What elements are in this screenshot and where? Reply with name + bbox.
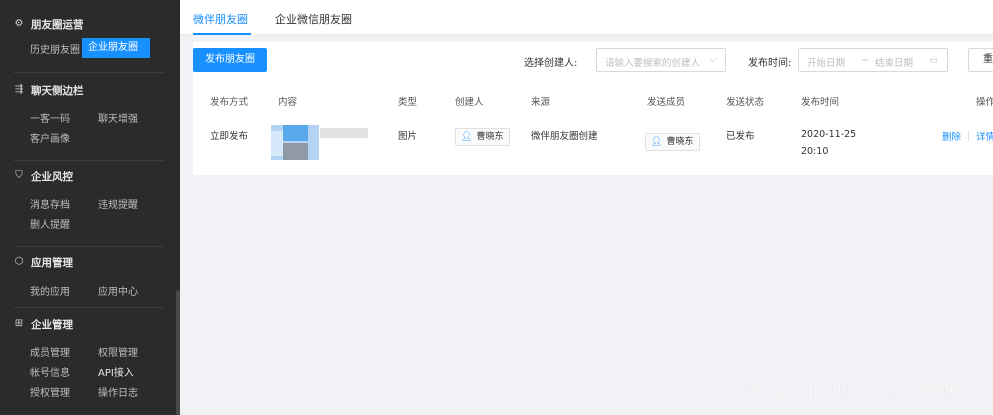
column-header-type: 类型 <box>398 97 418 108</box>
sidebar-section-title: 朋友圈运营 <box>31 18 84 31</box>
cell-source: 微伴朋友圈创建 <box>531 131 598 142</box>
range-separator: ~ <box>861 55 869 66</box>
tab-wecom-moments[interactable]: 企业微信朋友圈 <box>275 11 352 27</box>
publish-date: 2020-11-25 <box>801 129 857 140</box>
sidebar-item-operation-log[interactable]: 操作日志 <box>82 384 150 399</box>
sidebar-item-my-apps[interactable]: 我的应用 <box>14 283 82 298</box>
content-thumbnail-image[interactable] <box>271 125 319 160</box>
column-header-member: 发送成员 <box>647 97 686 108</box>
cell-type: 图片 <box>398 131 418 142</box>
creator-filter-label: 选择创建人: <box>524 58 578 69</box>
content-text-preview <box>320 128 368 138</box>
member-tag: 👤︎ 曹晓东 <box>645 133 701 151</box>
cell-method: 立即发布 <box>210 131 249 142</box>
sidebar-section-title: 聊天侧边栏 <box>31 84 84 97</box>
sidebar-item-delete-alert[interactable]: 删人提醒 <box>14 216 82 231</box>
column-header-creator: 创建人 <box>455 97 484 108</box>
creator-select[interactable]: 请输入要搜索的创建人 ⌵ <box>596 48 726 72</box>
column-header-publish-time: 发布时间 <box>801 97 840 108</box>
creator-tag: 👤︎ 曹晓东 <box>455 128 511 146</box>
watermark-url: https://blog.csdn.net/weixin_41536696 <box>708 385 962 400</box>
column-header-method: 发布方式 <box>210 97 249 108</box>
sidebar-section-header[interactable]: ⇶ 聊天侧边栏 <box>14 80 164 100</box>
moments-panel: 发布朋友圈 选择创建人: 请输入要搜索的创建人 ⌵ 发布时间: 开始日期 ~ 结… <box>193 42 993 175</box>
user-icon: 👤︎ <box>651 137 663 147</box>
column-header-status: 发送状态 <box>726 97 765 108</box>
creator-select-placeholder: 请输入要搜索的创建人 <box>605 58 701 69</box>
tab-weiban-moments[interactable]: 微伴朋友圈 <box>193 11 248 27</box>
sidebar-item-violation-alert[interactable]: 违规提醒 <box>82 196 150 211</box>
sidebar-item-app-center[interactable]: 应用中心 <box>82 283 150 298</box>
sidebar-item-message-archive[interactable]: 消息存档 <box>14 196 82 211</box>
sidebar-section-chat-sidebar: ⇶ 聊天侧边栏 一客一码 聊天增强 客户画像 <box>14 80 164 147</box>
sidebar-section-header[interactable]: ⛉ 企业风控 <box>14 166 164 186</box>
column-header-actions: 操作 <box>976 97 993 108</box>
user-icon: 👤︎ <box>461 132 473 142</box>
sidebar-item-permissions[interactable]: 权限管理 <box>82 344 150 359</box>
sidebar-divider <box>14 160 164 161</box>
tab-active-indicator <box>193 33 251 35</box>
sidebar-section-risk-control: ⛉ 企业风控 消息存档 违规提醒 删人提醒 <box>14 166 164 233</box>
end-date-placeholder: 结束日期 <box>875 58 914 69</box>
delete-link[interactable]: 删除 <box>942 129 961 143</box>
publish-time: 20:10 <box>801 146 829 157</box>
sidebar-item-enterprise-moments[interactable]: 企业朋友圈 <box>82 38 150 58</box>
sidebar-item-api-access[interactable]: API接入 <box>82 364 150 379</box>
publish-time-label: 发布时间: <box>748 58 792 69</box>
publish-moment-button[interactable]: 发布朋友圈 <box>193 48 267 72</box>
sidebar-item-customer-profile[interactable]: 客户画像 <box>14 130 82 145</box>
sidebar-section-title: 应用管理 <box>31 256 73 269</box>
sidebar-section-title: 企业管理 <box>31 318 73 331</box>
member-name: 曹晓东 <box>666 137 694 147</box>
sidebar-section-header[interactable]: ⊞ 企业管理 <box>14 314 164 334</box>
sidebar-item-members[interactable]: 成员管理 <box>14 344 82 359</box>
shield-icon: ⛉ <box>15 170 23 181</box>
main-content: 微伴朋友圈 企业微信朋友圈 发布朋友圈 选择创建人: 请输入要搜索的创建人 ⌵ … <box>180 0 993 415</box>
sidebar-section-header[interactable]: ⬡ 应用管理 <box>14 252 164 272</box>
column-header-source: 来源 <box>531 97 551 108</box>
date-range-picker[interactable]: 开始日期 ~ 结束日期 ▭ <box>798 48 948 72</box>
status-text: 已发布 <box>726 131 755 142</box>
calendar-icon: ▭ <box>929 55 938 66</box>
column-header-content: 内容 <box>278 97 298 108</box>
sidebar: ⚙ 朋友圈运营 历史朋友圈 企业朋友圈 ⇶ 聊天侧边栏 一客一码 聊天增强 客户… <box>0 0 180 415</box>
sidebar-section-header[interactable]: ⚙ 朋友圈运营 <box>14 14 164 34</box>
sidebar-divider <box>14 307 164 308</box>
cube-icon: ⬡ <box>14 256 24 267</box>
sidebar-section-moments: ⚙ 朋友圈运营 历史朋友圈 企业朋友圈 <box>14 14 164 58</box>
table-header <box>193 86 993 116</box>
sidebar-divider <box>14 72 164 73</box>
sidebar-section-app-management: ⬡ 应用管理 我的应用 应用中心 <box>14 252 164 300</box>
reset-button[interactable]: 重 <box>968 48 993 72</box>
action-divider <box>968 131 969 141</box>
sidebar-item-history-moments[interactable]: 历史朋友圈 <box>14 41 82 56</box>
sidebar-section-enterprise-management: ⊞ 企业管理 成员管理 权限管理 帐号信息 API接入 授权管理 操作日志 <box>14 314 164 401</box>
detail-link[interactable]: 详情 <box>976 129 993 143</box>
creator-name: 曹晓东 <box>476 132 504 142</box>
sidebar-item-chat-enhance[interactable]: 聊天增强 <box>82 110 150 125</box>
chevron-down-icon: ⌵ <box>709 54 717 65</box>
sidebar-divider <box>14 246 164 247</box>
sidebar-item-qr-code[interactable]: 一客一码 <box>14 110 82 125</box>
gear-icon: ⚙ <box>14 18 24 29</box>
sidebar-item-authorization[interactable]: 授权管理 <box>14 384 82 399</box>
start-date-placeholder: 开始日期 <box>807 58 846 69</box>
sidebar-icon: ⇶ <box>14 84 24 95</box>
tab-bar: 微伴朋友圈 企业微信朋友圈 <box>180 0 993 35</box>
sidebar-section-title: 企业风控 <box>31 170 73 183</box>
building-icon: ⊞ <box>14 318 24 329</box>
sidebar-item-account-info[interactable]: 帐号信息 <box>14 364 82 379</box>
